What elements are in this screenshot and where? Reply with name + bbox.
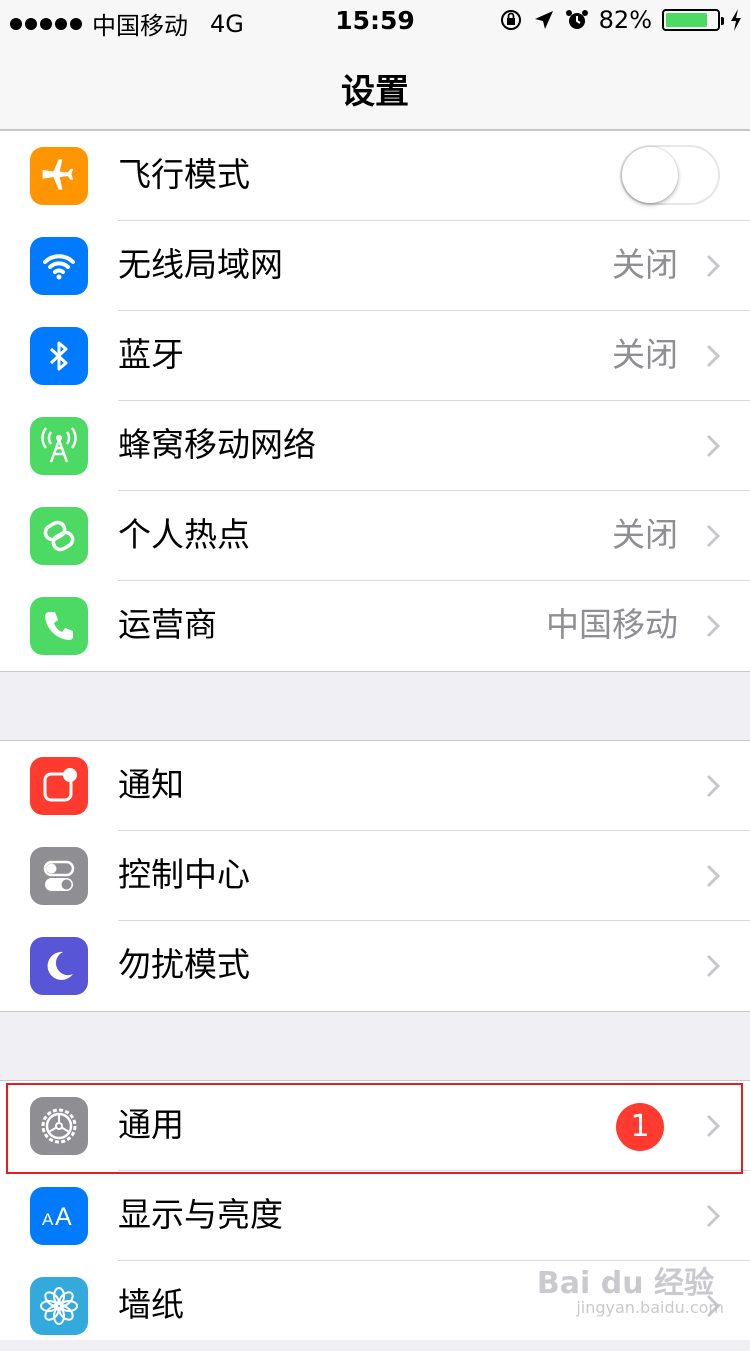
watermark-url: jingyan.baidu.com	[576, 1298, 724, 1317]
gear-icon	[30, 1097, 88, 1155]
chevron-right-icon	[706, 524, 720, 548]
control-center-icon	[30, 847, 88, 905]
watermark-brand: Bai du 经验	[536, 1266, 714, 1301]
chevron-right-icon	[706, 614, 720, 638]
phone-icon	[30, 597, 88, 655]
row-label: 通知	[118, 765, 184, 804]
status-right: 82%	[499, 6, 742, 34]
chevron-right-icon	[706, 864, 720, 888]
location-icon	[534, 11, 553, 29]
settings-group-connectivity: 飞行模式 无线局域网 关闭 蓝牙 关闭 蜂窝移动网络 个人热点 关闭 运营商 中…	[0, 130, 750, 672]
airplane-icon	[30, 147, 88, 205]
charging-bolt-icon	[731, 9, 741, 31]
row-label: 控制中心	[118, 855, 250, 894]
cellular-antenna-icon	[30, 417, 88, 475]
airplane-mode-toggle[interactable]	[620, 145, 720, 205]
bluetooth-icon	[30, 327, 88, 385]
chevron-right-icon	[706, 1204, 720, 1228]
flower-icon	[30, 1277, 88, 1335]
navigation-bar: 设置	[0, 40, 750, 130]
svg-text:A: A	[55, 1203, 72, 1231]
settings-row-general[interactable]: 通用 1	[0, 1081, 750, 1171]
settings-row-wifi[interactable]: 无线局域网 关闭	[0, 221, 750, 311]
settings-row-notifications[interactable]: 通知	[0, 741, 750, 831]
update-count-badge: 1	[616, 1103, 664, 1151]
settings-group-notifications: 通知 控制中心 勿扰模式	[0, 740, 750, 1012]
wifi-icon	[30, 237, 88, 295]
text-size-icon: A A	[30, 1187, 88, 1245]
hotspot-link-icon	[30, 507, 88, 565]
chevron-right-icon	[706, 1114, 720, 1138]
settings-row-airplane-mode[interactable]: 飞行模式	[0, 131, 750, 221]
settings-row-bluetooth[interactable]: 蓝牙 关闭	[0, 311, 750, 401]
chevron-right-icon	[706, 954, 720, 978]
row-label: 墙纸	[118, 1285, 184, 1324]
alarm-icon	[565, 10, 588, 29]
row-label: 蜂窝移动网络	[118, 425, 316, 464]
row-value: 中国移动	[546, 605, 678, 644]
battery-icon	[662, 9, 724, 31]
row-label: 蓝牙	[118, 335, 184, 374]
settings-row-cellular[interactable]: 蜂窝移动网络	[0, 401, 750, 491]
settings-row-hotspot[interactable]: 个人热点 关闭	[0, 491, 750, 581]
chevron-right-icon	[706, 344, 720, 368]
chevron-right-icon	[706, 254, 720, 278]
settings-row-carrier[interactable]: 运营商 中国移动	[0, 581, 750, 671]
row-value: 关闭	[612, 335, 678, 374]
row-label: 通用	[118, 1105, 184, 1144]
svg-text:A: A	[42, 1210, 54, 1229]
battery-percent: 82%	[598, 6, 652, 34]
row-label: 个人热点	[118, 515, 250, 554]
row-value: 关闭	[612, 245, 678, 284]
settings-row-do-not-disturb[interactable]: 勿扰模式	[0, 921, 750, 1011]
row-value: 关闭	[612, 515, 678, 554]
settings-row-display-brightness[interactable]: A A 显示与亮度	[0, 1171, 750, 1261]
row-label: 飞行模式	[118, 155, 250, 194]
orientation-lock-icon	[500, 10, 521, 30]
chevron-right-icon	[706, 434, 720, 458]
row-label: 显示与亮度	[118, 1195, 283, 1234]
row-label: 运营商	[118, 605, 217, 644]
chevron-right-icon	[706, 774, 720, 798]
row-label: 无线局域网	[118, 245, 283, 284]
moon-icon	[30, 937, 88, 995]
page-title: 设置	[341, 72, 409, 112]
status-bar: 中国移动 4G 15:59 82%	[0, 0, 750, 40]
notifications-icon	[30, 757, 88, 815]
row-label: 勿扰模式	[118, 945, 250, 984]
settings-row-control-center[interactable]: 控制中心	[0, 831, 750, 921]
